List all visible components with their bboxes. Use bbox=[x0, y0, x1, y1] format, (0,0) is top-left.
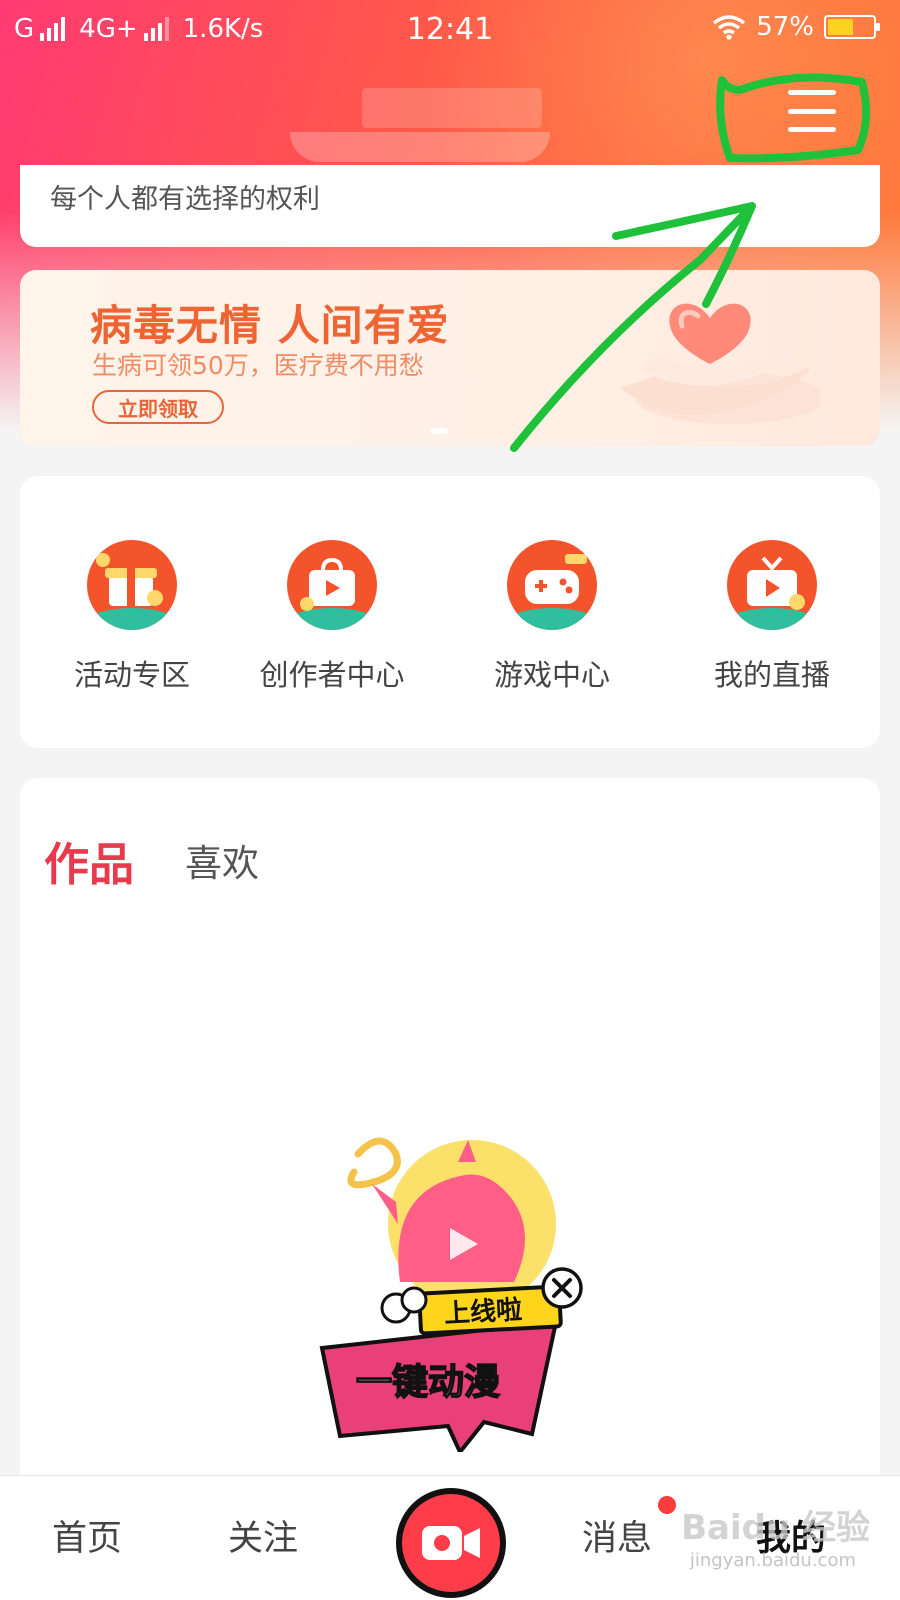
blurred-username bbox=[362, 88, 542, 128]
status-bar: G 4G+ 1.6K/s 12:41 57% bbox=[0, 0, 900, 60]
close-icon[interactable] bbox=[540, 1266, 584, 1310]
profile-slogan: 每个人都有选择的权利 bbox=[50, 184, 320, 215]
nav-follow[interactable]: 关注 bbox=[228, 1510, 298, 1561]
banner-claim-button[interactable]: 立即领取 bbox=[92, 390, 224, 424]
quick-link-label: 活动专区 bbox=[73, 658, 190, 692]
status-right: 57% bbox=[712, 12, 880, 42]
video-bag-icon bbox=[287, 540, 377, 630]
nav-messages[interactable]: 消息 bbox=[582, 1510, 652, 1561]
promo-banner[interactable]: 病毒无情 人间有爱 生病可领50万，医疗费不用愁 立即领取 bbox=[20, 270, 880, 446]
tab-likes[interactable]: 喜欢 bbox=[185, 833, 259, 887]
profile-card: 每个人都有选择的权利 bbox=[20, 165, 880, 247]
quick-link-my-live[interactable]: 我的直播 bbox=[672, 540, 872, 694]
battery-level bbox=[828, 19, 854, 35]
quick-link-game-center[interactable]: 游戏中心 bbox=[452, 540, 652, 694]
quick-link-label: 游戏中心 bbox=[493, 658, 610, 692]
quick-link-creator-center[interactable]: 创作者中心 bbox=[232, 540, 432, 694]
quick-link-label: 创作者中心 bbox=[259, 658, 405, 692]
live-tv-icon bbox=[727, 540, 817, 630]
battery-icon bbox=[824, 15, 880, 39]
quick-links-card: 活动专区 创作者中心 游戏中心 我的直播 bbox=[20, 476, 880, 748]
record-video-button[interactable] bbox=[396, 1488, 506, 1598]
tab-works[interactable]: 作品 bbox=[44, 828, 134, 893]
gift-box-icon bbox=[87, 540, 177, 630]
wifi-icon bbox=[713, 15, 746, 40]
unread-badge bbox=[658, 1496, 676, 1514]
promo-tag: 上线啦 bbox=[443, 1294, 523, 1329]
heart-hands-illustration bbox=[620, 303, 820, 424]
blurred-user-info bbox=[290, 132, 550, 162]
camera-icon bbox=[422, 1526, 480, 1560]
quick-link-label: 我的直播 bbox=[713, 658, 830, 692]
battery-percent: 57% bbox=[756, 12, 814, 42]
gamepad-icon bbox=[507, 540, 597, 630]
menu-icon[interactable] bbox=[788, 90, 836, 132]
nav-home[interactable]: 首页 bbox=[52, 1510, 122, 1561]
watermark-url: jingyan.baidu.com bbox=[689, 1550, 856, 1571]
content-card: 作品 喜欢 上线啦 一键动漫 bbox=[20, 778, 880, 1538]
banner-subtitle: 生病可领50万，医疗费不用愁 bbox=[92, 351, 424, 380]
banner-title: 病毒无情 人间有爱 bbox=[90, 301, 450, 350]
carousel-indicator bbox=[430, 428, 448, 434]
promo-title: 一键动漫 bbox=[356, 1362, 500, 1403]
watermark: Baidu 经验 bbox=[681, 1508, 870, 1548]
quick-link-activities[interactable]: 活动专区 bbox=[32, 540, 232, 694]
